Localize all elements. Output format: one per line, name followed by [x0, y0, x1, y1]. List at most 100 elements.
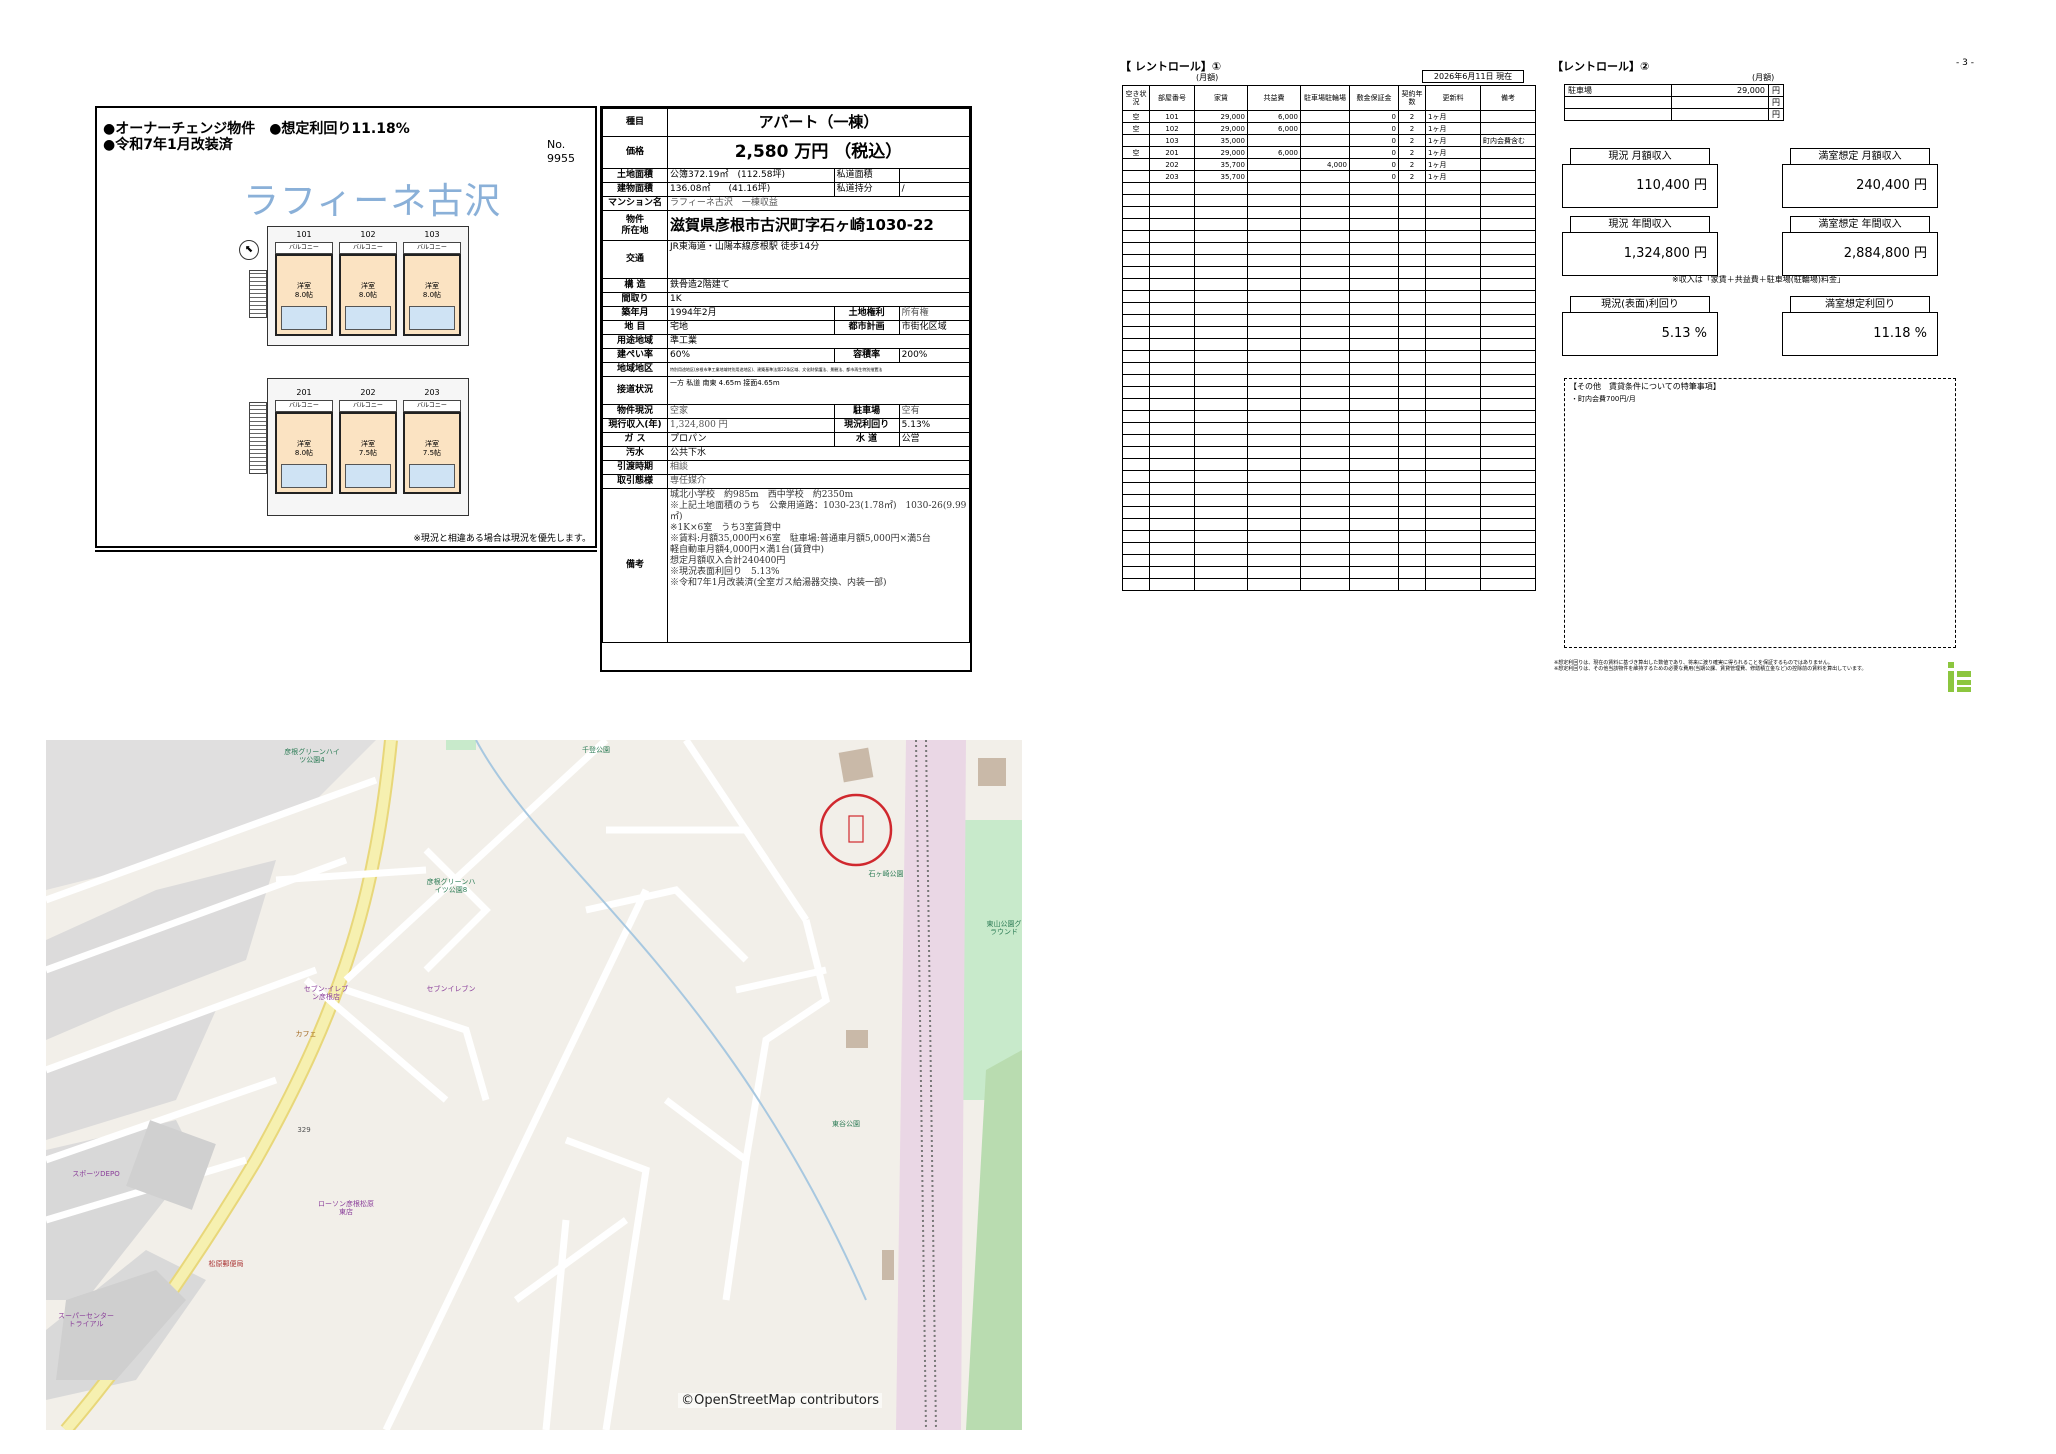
rentroll1-cell	[1480, 398, 1536, 411]
rentroll1-cell	[1247, 362, 1301, 375]
rentroll1-cell	[1425, 302, 1481, 315]
rentroll1-cell	[1149, 458, 1195, 471]
rentroll1-cell	[1300, 266, 1350, 279]
rentroll1-cell	[1349, 434, 1399, 447]
rentroll1-cell	[1480, 158, 1536, 171]
room-label: 洋室 7.5帖	[422, 440, 442, 457]
rentroll1-cell	[1349, 458, 1399, 471]
rentroll1-cell	[1480, 230, 1536, 243]
rentroll1-cell	[1480, 290, 1536, 303]
spec-sewer-value: 公共下水	[667, 446, 970, 461]
room-label: 洋室 7.5帖	[358, 440, 378, 457]
balcony-label: バルコニー	[403, 400, 461, 412]
rentroll1-cell	[1300, 530, 1350, 543]
rentroll1-cell	[1122, 506, 1150, 519]
rentroll1-cell	[1398, 470, 1426, 483]
spec-remarks-label: 備考	[602, 488, 668, 643]
map-label: セブンイレブン	[426, 985, 476, 993]
rentroll1-cell	[1149, 398, 1195, 411]
rentroll1-cell	[1398, 230, 1426, 243]
rentroll1-cell	[1247, 290, 1301, 303]
unit-room: バルコニー洋室 8.0帖	[403, 242, 461, 336]
rentroll1-cell	[1349, 398, 1399, 411]
stairs-icon	[249, 402, 267, 474]
rentroll1-cell	[1194, 518, 1248, 531]
rentroll1-cell	[1349, 482, 1399, 495]
stairs-icon	[249, 270, 267, 318]
map-label: カフェ	[295, 1030, 317, 1038]
rentroll1-cell	[1122, 530, 1150, 543]
rentroll1-cell	[1194, 206, 1248, 219]
map-canvas	[46, 740, 1022, 1430]
rentroll1-cell	[1349, 242, 1399, 255]
wet-area	[409, 464, 455, 488]
rentroll1-header: 家賃	[1194, 85, 1248, 111]
rentroll1-cell	[1480, 218, 1536, 231]
parking-value	[1671, 96, 1769, 109]
parking-value	[1671, 108, 1769, 121]
rentroll1-cell	[1194, 494, 1248, 507]
rentroll1-cell	[1247, 542, 1301, 555]
rentroll1-cell	[1247, 254, 1301, 267]
map-label: 石ヶ崎公園	[868, 870, 904, 878]
rentroll1-cell	[1425, 242, 1481, 255]
rentroll1-cell	[1480, 206, 1536, 219]
rentroll1-cell	[1300, 206, 1350, 219]
spec-yield-value: 5.13%	[898, 418, 971, 433]
rentroll1-cell	[1300, 278, 1350, 291]
room-label: 洋室 8.0帖	[422, 282, 442, 299]
rentroll1-cell	[1122, 170, 1150, 183]
parking-label: 駐車場	[1564, 84, 1672, 97]
rentroll1-cell	[1300, 242, 1350, 255]
rentroll1-cell	[1425, 206, 1481, 219]
rentroll1-cell	[1247, 446, 1301, 459]
spec-price-label: 価格	[602, 136, 668, 169]
rentroll1-cell	[1194, 422, 1248, 435]
balcony-label: バルコニー	[403, 242, 461, 254]
target-marker[interactable]	[819, 793, 893, 867]
rentroll1-cell	[1194, 374, 1248, 387]
spec-built-value: 1994年2月	[667, 306, 835, 321]
rentroll1-cell	[1122, 518, 1150, 531]
rentroll1-cell	[1149, 230, 1195, 243]
rentroll1-cell	[1349, 530, 1399, 543]
rentroll1-cell	[1425, 386, 1481, 399]
location-map[interactable]: 彦根グリーンハイツ公園4 千登公園 石ヶ崎公園 東山公園グラウンド 東谷公園 彦…	[46, 740, 1022, 1430]
brand-logo-icon	[1948, 662, 1972, 696]
rentroll1-cell	[1349, 206, 1399, 219]
map-building	[978, 758, 1006, 786]
map-credit[interactable]: ©OpenStreetMap contributors	[678, 1393, 882, 1408]
rentroll1-empty-row	[1122, 374, 1536, 387]
spec-parking-value: 空有	[898, 404, 971, 419]
rentroll1-cell	[1480, 170, 1536, 183]
full-yield-label: 満室想定利回り	[1790, 296, 1930, 313]
full-yield-box: 満室想定利回り 11.18 %	[1782, 296, 1938, 356]
rentroll1-cell	[1122, 326, 1150, 339]
rentroll1-cell	[1122, 578, 1150, 591]
rentroll1-cell	[1300, 314, 1350, 327]
rentroll1-empty-row	[1122, 554, 1536, 567]
rentroll1-cell	[1194, 554, 1248, 567]
rentroll1-header-row: 空き状況 部屋番号 家賃 共益費 駐車場駐輪場 敷金保証金 契約年数 更新料 備考	[1122, 85, 1536, 111]
rentroll1-cell	[1122, 134, 1150, 147]
rentroll1-empty-row	[1122, 482, 1536, 495]
rentroll1-cell	[1425, 326, 1481, 339]
rentroll1-cell: 1ヶ月	[1425, 146, 1481, 159]
rentroll1-cell	[1194, 362, 1248, 375]
rentroll1-cell	[1425, 182, 1481, 195]
rentroll1-cell	[1247, 206, 1301, 219]
parking-label	[1564, 96, 1672, 109]
current-annual-box: 現況 年間収入 1,324,800 円	[1562, 216, 1718, 276]
rentroll1-cell	[1480, 122, 1536, 135]
rentroll1-header: 契約年数	[1398, 85, 1426, 111]
rentroll1-cell	[1480, 554, 1536, 567]
rentroll1-cell	[1425, 362, 1481, 375]
rentroll1-cell	[1349, 410, 1399, 423]
rentroll1-cell	[1425, 566, 1481, 579]
unit-room: バルコニー 洋室 7.5帖	[339, 400, 397, 494]
rentroll1-cell	[1247, 554, 1301, 567]
rentroll1-empty-row	[1122, 290, 1536, 303]
rentroll1-cell	[1194, 290, 1248, 303]
rentroll1-cell: 1ヶ月	[1425, 170, 1481, 183]
floor-plan-1f: ⬉ 101 バルコニー 洋室 8.0帖 102 バルコニー 洋室 8.0帖 103 バルコニー…	[239, 218, 479, 348]
